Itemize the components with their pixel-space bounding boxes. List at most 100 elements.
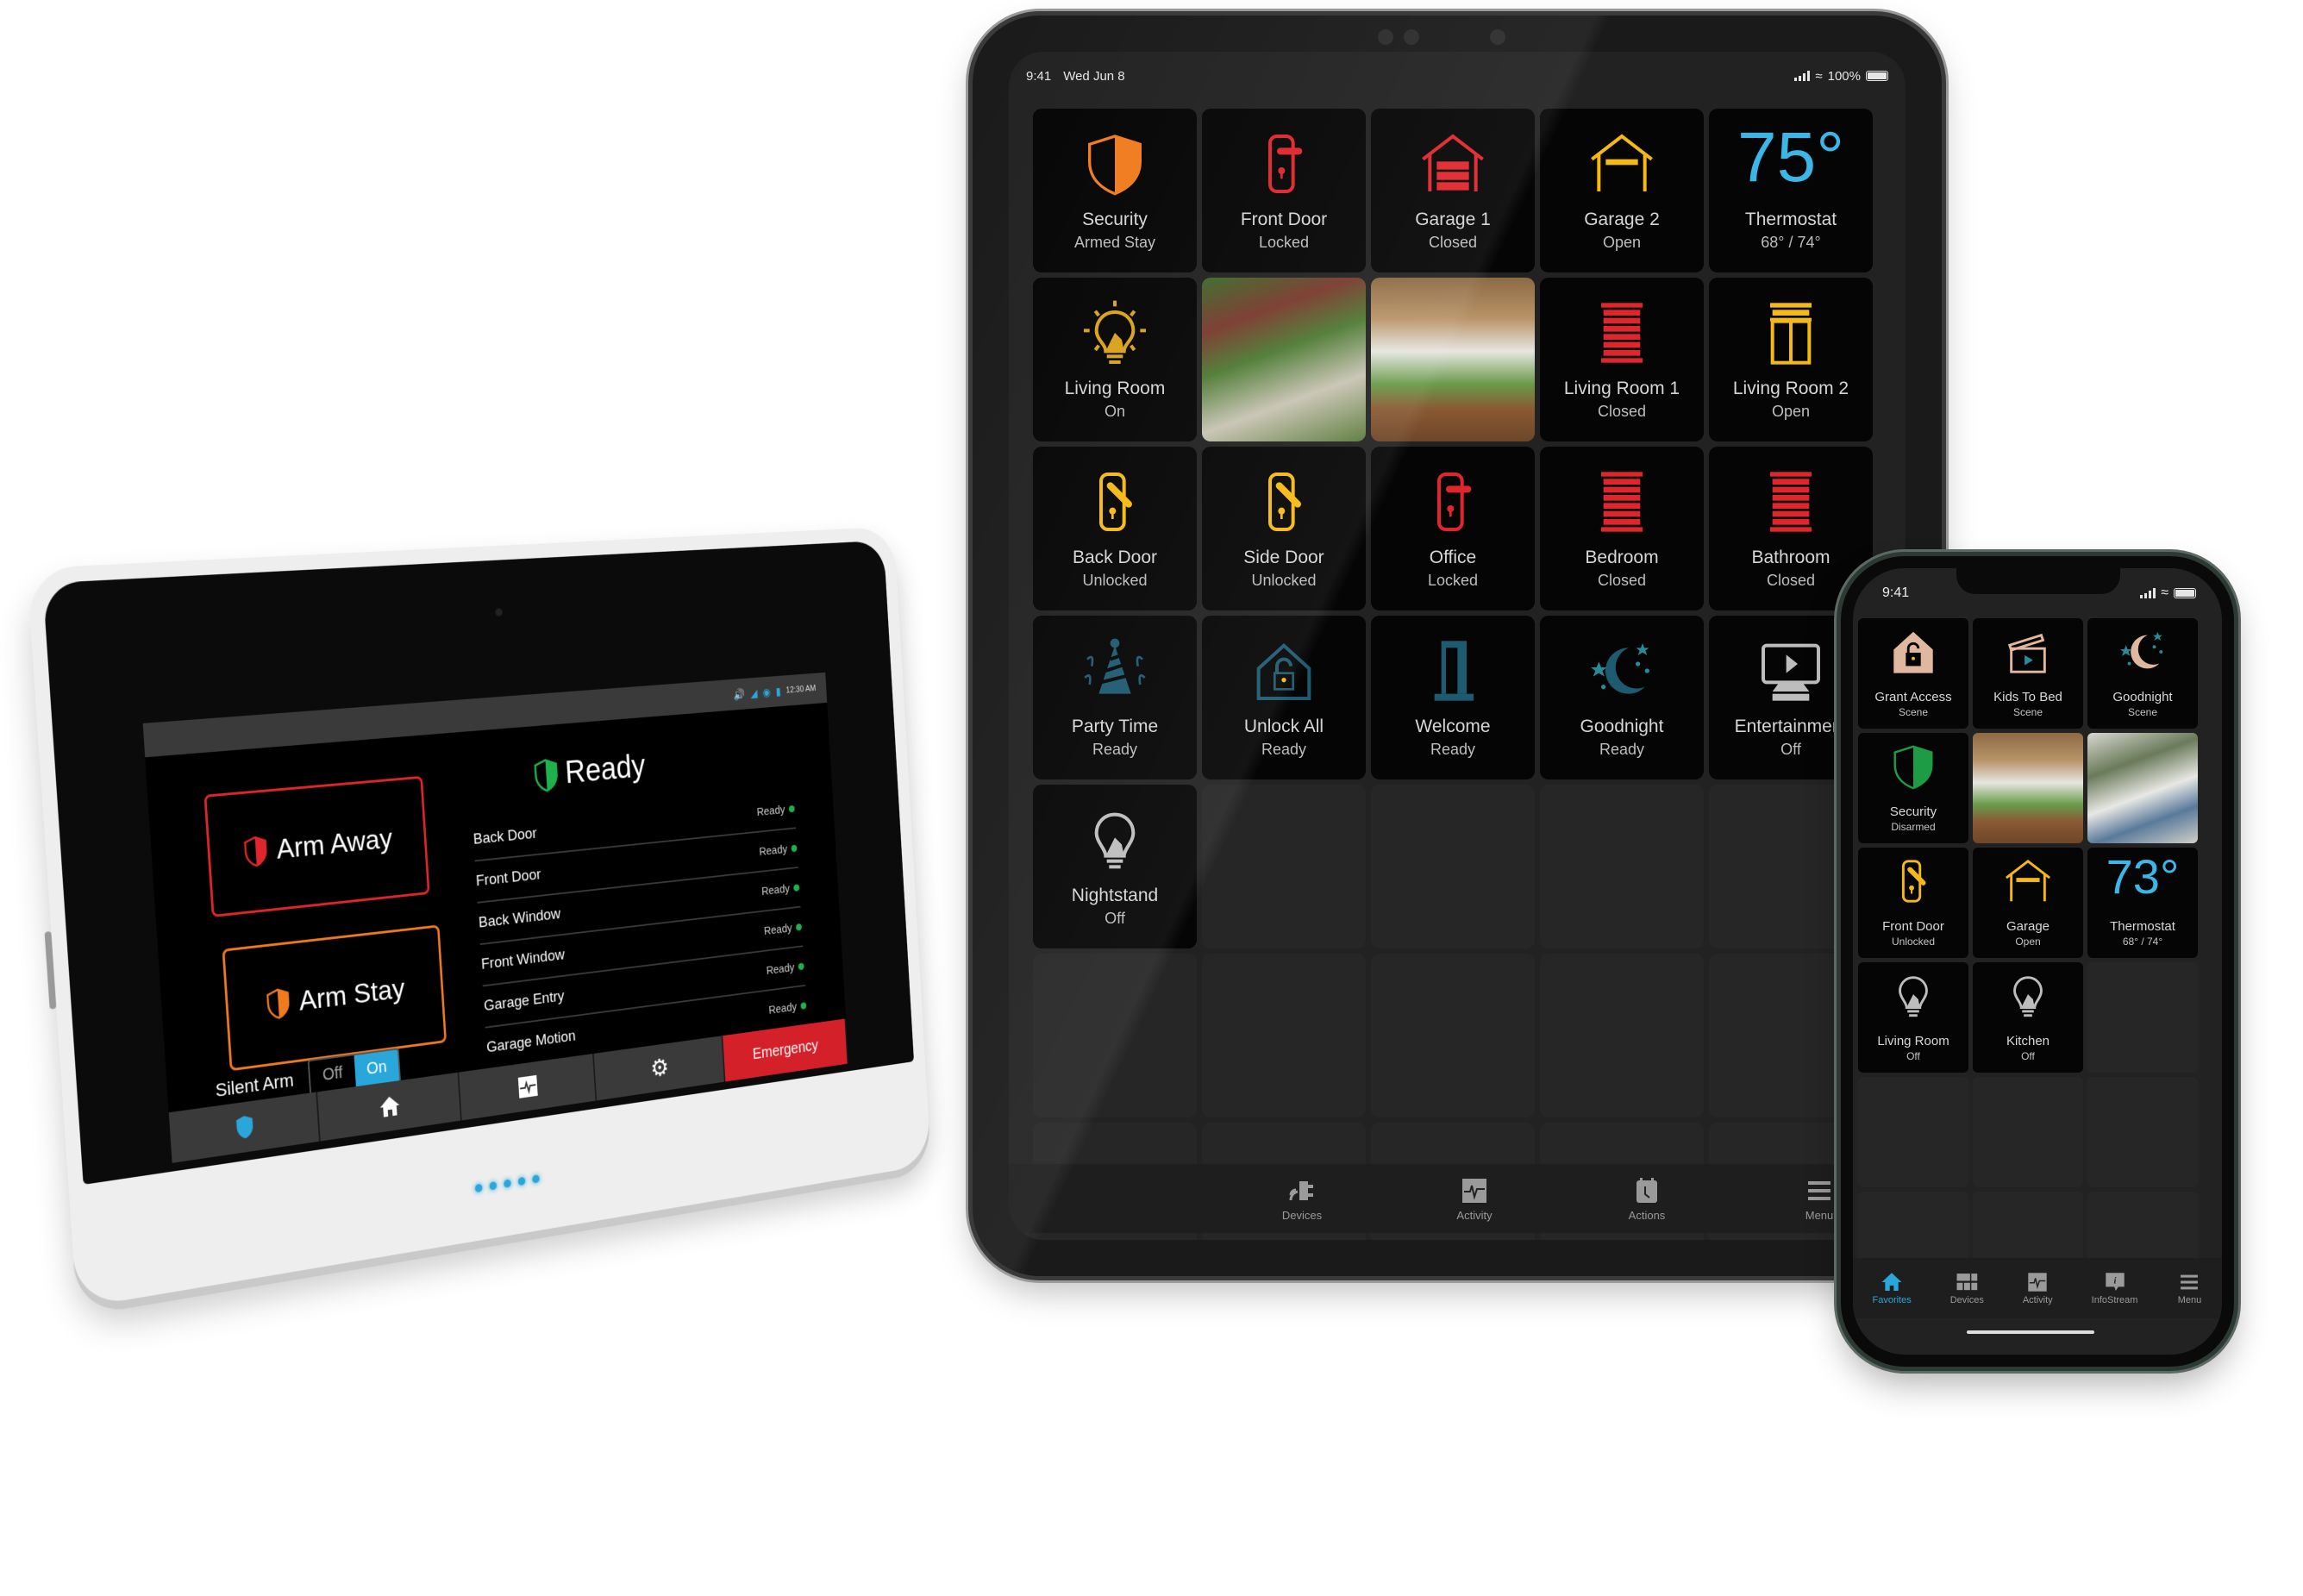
garage-closed-icon xyxy=(1417,128,1489,200)
phone-favorites-grid: Grant Access Scene Kids To Bed Scene Goodnig… xyxy=(1858,618,2198,1302)
tile-state: Locked xyxy=(1258,234,1310,251)
nav-devices[interactable]: Devices xyxy=(1216,1164,1388,1233)
camera-tile[interactable] xyxy=(1202,278,1366,441)
device-tile[interactable]: Goodnight Scene xyxy=(2087,618,2198,729)
door-open-icon xyxy=(1417,635,1489,707)
tile-name: Nightstand xyxy=(1071,886,1159,905)
device-tile[interactable]: Kitchen Off xyxy=(1973,962,2083,1073)
tile-name: Garage xyxy=(2006,919,2050,934)
door-lock-icon xyxy=(1437,473,1472,531)
device-tile[interactable]: Security Disarmed xyxy=(1858,733,1968,843)
tile-state: Open xyxy=(2015,936,2041,948)
tile-state: Off xyxy=(2021,1050,2035,1062)
device-tile[interactable]: Bedroom Closed xyxy=(1540,447,1704,610)
ipad-bottom-nav: Devices Activity Actions Menu xyxy=(1009,1164,1906,1233)
camera-tile[interactable] xyxy=(1371,278,1535,441)
status-time: 9:41 xyxy=(1882,585,1910,600)
device-tile[interactable]: Living Room 1 Closed xyxy=(1540,278,1704,441)
nav-devices[interactable]: Devices xyxy=(1950,1271,1984,1305)
clapperboard-icon xyxy=(2001,625,2055,679)
device-tile[interactable]: 75° Thermostat 68° / 74° xyxy=(1709,109,1873,272)
device-tile[interactable]: Unlock All Ready xyxy=(1202,616,1366,779)
camera-feed-garden xyxy=(1202,278,1366,441)
volume-icon: 🔊 xyxy=(733,687,746,701)
status-time: 9:41 xyxy=(1026,68,1052,84)
tile-state: Scene xyxy=(2012,706,2043,718)
arm-away-button[interactable]: Arm Away xyxy=(203,775,430,917)
device-tile[interactable]: Garage 2 Open xyxy=(1540,109,1704,272)
zone-state: Ready xyxy=(758,842,788,859)
tile-name: Party Time xyxy=(1071,717,1159,736)
activity-pulse-icon xyxy=(2028,1273,2047,1292)
camera-tile[interactable] xyxy=(2087,733,2198,843)
side-slot xyxy=(44,931,57,1010)
device-tile[interactable]: Office Locked xyxy=(1371,447,1535,610)
shield-half-icon xyxy=(1079,128,1151,200)
door-unlocked-icon xyxy=(1079,466,1151,538)
device-tile[interactable]: Grant Access Scene xyxy=(1858,618,1968,729)
device-tile[interactable]: Kids To Bed Scene xyxy=(1973,618,2083,729)
nav-activity[interactable]: Activity xyxy=(2023,1271,2053,1305)
tile-name: Goodnight xyxy=(2112,690,2173,704)
device-tile[interactable]: Side Door Unlocked xyxy=(1202,447,1366,610)
wifi-icon: ≈ xyxy=(1815,68,1823,84)
home-icon xyxy=(379,1095,401,1118)
tile-state: Closed xyxy=(1597,403,1647,420)
device-tile[interactable]: Garage Open xyxy=(1973,848,2083,958)
nav-activity[interactable] xyxy=(459,1053,598,1121)
empty-tile xyxy=(1202,954,1366,1117)
camera-sensor-icon xyxy=(1490,29,1505,45)
camera-tile[interactable] xyxy=(1973,733,2083,843)
nav-activity[interactable]: Activity xyxy=(1388,1164,1561,1233)
device-tile[interactable]: Living Room Off xyxy=(1858,962,1968,1073)
status-dot-icon xyxy=(795,923,803,931)
nav-security[interactable] xyxy=(168,1092,321,1163)
device-tile[interactable]: Garage 1 Closed xyxy=(1371,109,1535,272)
nav-label: InfoStream xyxy=(2091,1295,2138,1305)
nav-favorites[interactable]: Favorites xyxy=(1872,1271,1912,1305)
device-tile[interactable]: Living Room On xyxy=(1033,278,1197,441)
blinds-closed-icon xyxy=(1601,472,1643,532)
device-tile[interactable]: Living Room 2 Open xyxy=(1709,278,1873,441)
nav-infostream[interactable]: i InfoStream xyxy=(2091,1271,2138,1305)
camera-feed-patio xyxy=(1973,733,2083,843)
tile-state: Locked xyxy=(1427,572,1479,589)
blinds-open-icon xyxy=(1770,303,1812,365)
device-tile[interactable]: Goodnight Ready xyxy=(1540,616,1704,779)
device-tile[interactable]: Security Armed Stay xyxy=(1033,109,1197,272)
gear-icon: ⚙ xyxy=(649,1054,670,1082)
status-dot-icon xyxy=(791,844,798,852)
device-tile[interactable]: Back Door Unlocked xyxy=(1033,447,1197,610)
light-bulb-off-icon xyxy=(1899,976,1928,1017)
empty-tile xyxy=(1033,954,1197,1117)
device-tile[interactable]: Front Door Unlocked xyxy=(1858,848,1968,958)
device-tile[interactable]: Nightstand Off xyxy=(1033,785,1197,948)
tile-state: Unlocked xyxy=(1082,572,1148,589)
device-tile[interactable]: Welcome Ready xyxy=(1371,616,1535,779)
tile-name: Thermostat xyxy=(2110,919,2175,934)
arm-stay-button[interactable]: Arm Stay xyxy=(222,924,447,1072)
tile-state: Scene xyxy=(2127,706,2158,718)
camera-lens-icon xyxy=(1404,29,1419,45)
tile-name: Living Room xyxy=(1877,1034,1949,1048)
tile-name: Side Door xyxy=(1243,548,1324,567)
nav-actions[interactable]: Actions xyxy=(1561,1164,1733,1233)
device-tile[interactable]: Party Time Ready xyxy=(1033,616,1197,779)
tile-name: Front Door xyxy=(1882,919,1944,934)
zone-list[interactable]: Back Door Ready Front Door Ready Back Wind… xyxy=(472,789,808,1070)
device-tile[interactable]: Bathroom Closed xyxy=(1709,447,1873,610)
tile-name: Kitchen xyxy=(2006,1034,2050,1048)
tile-name: Entertainment xyxy=(1734,717,1848,736)
nav-menu[interactable]: Menu xyxy=(2176,1271,2202,1305)
tile-state: Closed xyxy=(1428,234,1478,251)
tile-state: Disarmed xyxy=(1891,821,1936,833)
tv-icon xyxy=(1755,635,1827,707)
tile-name: Bedroom xyxy=(1585,548,1659,567)
device-tile[interactable]: 73° Thermostat 68° / 74° xyxy=(2087,848,2198,958)
tile-state: Ready xyxy=(1092,741,1138,758)
tile-state: Unlocked xyxy=(1891,936,1936,948)
device-tile[interactable]: Front Door Locked xyxy=(1202,109,1366,272)
wifi-icon: ◉ xyxy=(762,685,772,698)
status-dot-icon xyxy=(788,804,795,813)
home-indicator[interactable] xyxy=(1967,1330,2094,1334)
